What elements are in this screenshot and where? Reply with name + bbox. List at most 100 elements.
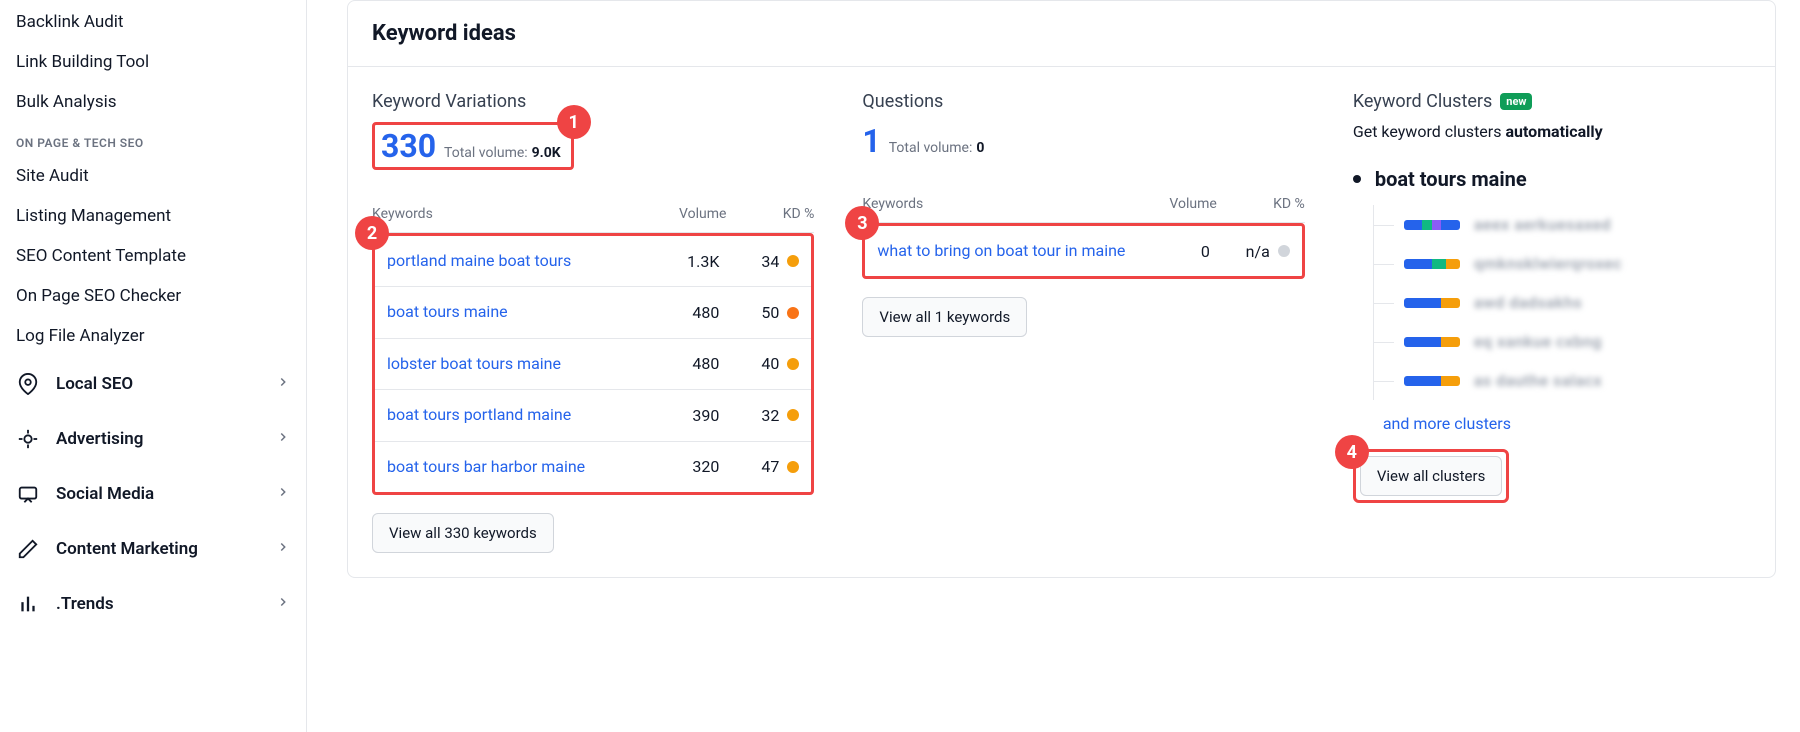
sidebar-cat-label: Social Media <box>56 484 154 504</box>
view-all-variations-button[interactable]: View all 330 keywords <box>372 513 554 553</box>
sidebar-cat-label: Content Marketing <box>56 539 198 559</box>
difficulty-dot-icon <box>787 409 799 421</box>
difficulty-dot-icon <box>787 255 799 267</box>
table-row: portland maine boat tours 1.3K 34 <box>375 236 811 287</box>
sidebar-link-log-analyzer[interactable]: Log File Analyzer <box>0 316 306 356</box>
kd-cell: 40 <box>719 354 799 373</box>
variations-total-value: 9.0K <box>532 145 561 161</box>
clusters-title: Keyword Clusters new <box>1353 91 1751 112</box>
table-row: boat tours maine 480 50 <box>375 287 811 338</box>
cluster-head[interactable]: boat tours maine <box>1353 167 1751 191</box>
sidebar-group-onpage: ON PAGE & TECH SEO <box>0 122 306 156</box>
sidebar-link-listing-mgmt[interactable]: Listing Management <box>0 196 306 236</box>
view-all-questions-button[interactable]: View all 1 keywords <box>862 297 1027 337</box>
sidebar-link-link-building[interactable]: Link Building Tool <box>0 42 306 82</box>
sidebar-link-bulk-analysis[interactable]: Bulk Analysis <box>0 82 306 122</box>
chevron-right-icon <box>276 539 290 559</box>
chevron-right-icon <box>276 429 290 449</box>
keyword-link[interactable]: what to bring on boat tour in maine <box>877 241 1125 260</box>
chevron-right-icon <box>276 594 290 614</box>
cluster-bar-icon <box>1404 376 1460 386</box>
col-keywords: Keywords <box>372 206 638 222</box>
cluster-list: aeex aerkuesaxed qmknsklwierqroxec awd d… <box>1373 205 1751 400</box>
cluster-item-text: eq xankue cxbng <box>1474 332 1602 351</box>
main: Keyword ideas Keyword Variations 1 330 T… <box>307 0 1800 732</box>
questions-total-label: Total volume: <box>889 140 973 156</box>
clusters-title-text: Keyword Clusters <box>1353 91 1492 112</box>
questions-table-head: Keywords Volume KD % <box>862 188 1304 223</box>
variations-section: Keyword Variations 1 330 Total volume: 9… <box>372 91 814 553</box>
variations-total-label: Total volume: <box>444 145 528 161</box>
cluster-bar-icon <box>1404 337 1460 347</box>
clusters-lead: Get keyword clusters automatically <box>1353 122 1751 141</box>
volume-cell: 320 <box>639 457 719 476</box>
keyword-link[interactable]: lobster boat tours maine <box>387 354 561 373</box>
clusters-btn-outline: View all clusters <box>1353 449 1510 503</box>
sidebar-cat-label: Advertising <box>56 429 143 449</box>
sidebar-link-backlink-audit[interactable]: Backlink Audit <box>0 2 306 42</box>
difficulty-dot-icon <box>787 461 799 473</box>
cluster-item[interactable]: eq xankue cxbng <box>1374 322 1751 361</box>
kd-cell: 32 <box>719 406 799 425</box>
keyword-link[interactable]: portland maine boat tours <box>387 251 571 270</box>
questions-table: 3 what to bring on boat tour in maine 0 … <box>862 223 1304 279</box>
volume-cell: 0 <box>1130 242 1210 261</box>
sidebar-cat-trends[interactable]: .Trends <box>0 576 306 631</box>
variations-table: 2 portland maine boat tours 1.3K 34 boat… <box>372 233 814 495</box>
sidebar-cat-advertising[interactable]: Advertising <box>0 411 306 466</box>
sidebar: Backlink Audit Link Building Tool Bulk A… <box>0 0 307 732</box>
view-all-clusters-button[interactable]: View all clusters <box>1360 456 1503 496</box>
sidebar-cat-content[interactable]: Content Marketing <box>0 521 306 576</box>
col-kd: KD % <box>726 206 814 222</box>
sidebar-link-site-audit[interactable]: Site Audit <box>0 156 306 196</box>
keyword-link[interactable]: boat tours bar harbor maine <box>387 457 585 476</box>
cluster-item[interactable]: awd dadsakhs <box>1374 283 1751 322</box>
sidebar-cat-label: Local SEO <box>56 374 133 394</box>
pin-icon <box>16 373 40 395</box>
table-row: lobster boat tours maine 480 40 <box>375 339 811 390</box>
difficulty-dot-icon <box>787 307 799 319</box>
col-keywords: Keywords <box>862 196 1128 212</box>
volume-cell: 1.3K <box>639 252 719 271</box>
chevron-right-icon <box>276 374 290 394</box>
sidebar-link-onpage-checker[interactable]: On Page SEO Checker <box>0 276 306 316</box>
annotation-1: 1 <box>557 105 591 139</box>
sidebar-link-seo-template[interactable]: SEO Content Template <box>0 236 306 276</box>
cluster-item-text: awd dadsakhs <box>1474 293 1582 312</box>
cluster-bar-icon <box>1404 259 1460 269</box>
volume-cell: 480 <box>639 303 719 322</box>
bullet-icon <box>1353 175 1361 183</box>
cluster-item[interactable]: aeex aerkuesaxed <box>1374 205 1751 244</box>
annotation-4: 4 <box>1335 435 1369 469</box>
sidebar-cat-local-seo[interactable]: Local SEO <box>0 356 306 411</box>
chevron-right-icon <box>276 484 290 504</box>
table-row: boat tours bar harbor maine 320 47 <box>375 442 811 492</box>
clusters-section: Keyword Clusters new Get keyword cluster… <box>1353 91 1751 503</box>
cluster-bar-icon <box>1404 220 1460 230</box>
variations-title: Keyword Variations <box>372 91 814 112</box>
keyword-link[interactable]: boat tours maine <box>387 302 508 321</box>
table-row: boat tours portland maine 390 32 <box>375 390 811 441</box>
questions-section: Questions 1 Total volume: 0 Keywords Vol… <box>862 91 1304 337</box>
keyword-ideas-card: Keyword ideas Keyword Variations 1 330 T… <box>347 0 1776 578</box>
table-row: what to bring on boat tour in maine 0 n/… <box>865 226 1301 276</box>
cluster-bar-icon <box>1404 298 1460 308</box>
annotation-2: 2 <box>355 216 389 250</box>
col-volume: Volume <box>638 206 726 222</box>
cluster-item[interactable]: qmknsklwierqroxec <box>1374 244 1751 283</box>
volume-cell: 480 <box>639 354 719 373</box>
variations-summary: 1 330 Total volume: 9.0K <box>372 122 574 170</box>
difficulty-dot-icon <box>1278 245 1290 257</box>
sidebar-cat-social[interactable]: Social Media <box>0 466 306 521</box>
kd-cell: 47 <box>719 457 799 476</box>
questions-count: 1 <box>862 122 880 160</box>
chat-icon <box>16 483 40 505</box>
kd-cell: 50 <box>719 303 799 322</box>
pencil-icon <box>16 538 40 560</box>
cluster-item[interactable]: as dauthe salacx <box>1374 361 1751 400</box>
kd-cell: n/a <box>1210 242 1290 261</box>
keyword-link[interactable]: boat tours portland maine <box>387 405 571 424</box>
clusters-lead-pre: Get keyword clusters <box>1353 122 1506 141</box>
more-clusters-link[interactable]: and more clusters <box>1353 408 1751 433</box>
cluster-head-text: boat tours maine <box>1375 167 1527 191</box>
